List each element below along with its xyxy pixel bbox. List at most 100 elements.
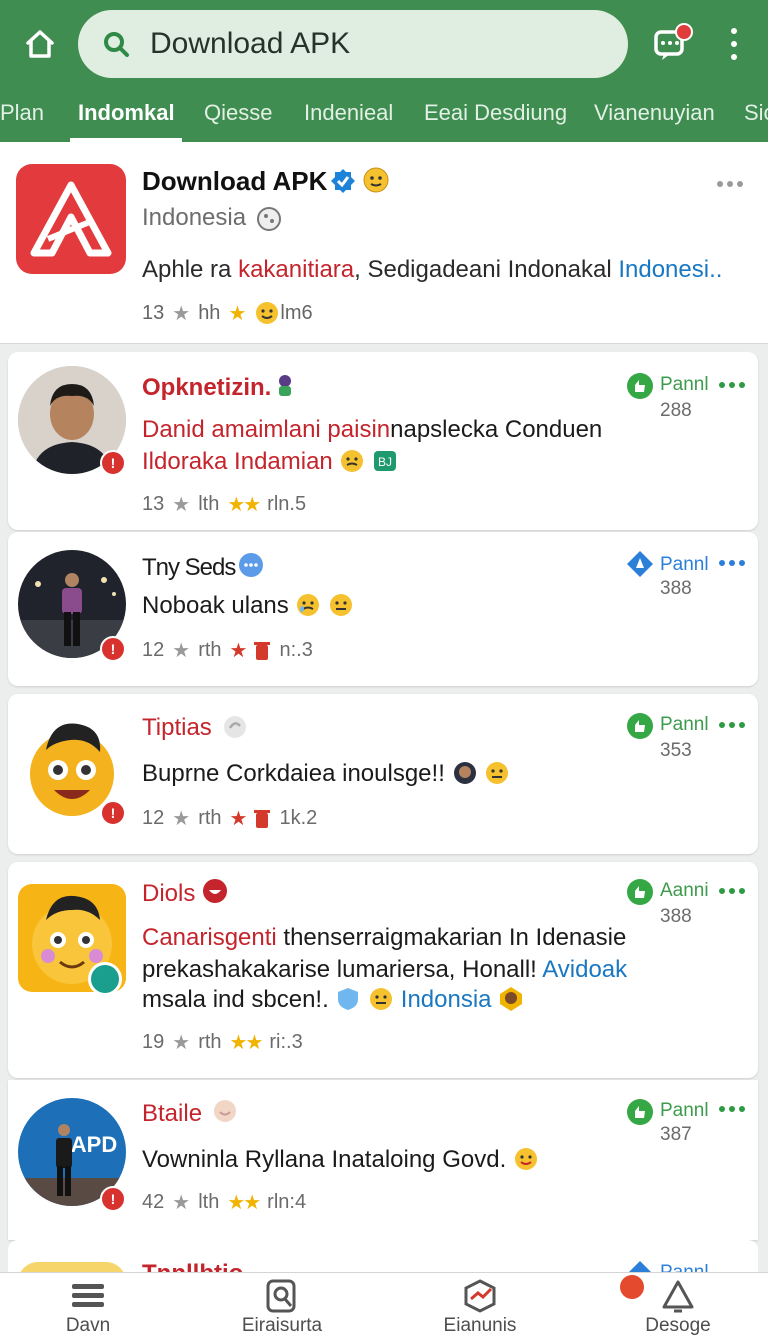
rating-stars: ★★ <box>227 1192 261 1214</box>
post-text: Vowninla Ryllana Inataloing Govd. <box>142 1146 539 1174</box>
post-author[interactable]: Tiptias <box>142 714 212 742</box>
home-button[interactable] <box>18 22 62 66</box>
post-card[interactable]: APD ! Btaile Vowninla Ryllana Inataloing… <box>8 1080 758 1240</box>
emoji-icon <box>341 450 364 472</box>
rating-stars: ★ <box>229 640 248 662</box>
reaction-icon <box>203 879 227 903</box>
post-author[interactable]: Btaile <box>142 1100 202 1128</box>
tab-vianenuyian[interactable]: Vianenuyian <box>594 100 715 126</box>
emoji-icon <box>297 594 320 616</box>
reaction-label[interactable]: Pannl <box>660 714 709 736</box>
nav-item-eianunis[interactable]: Eianunis <box>400 1279 560 1343</box>
shield-icon <box>338 988 359 1010</box>
post-card[interactable]: Diols Canarisgenti thenserraigmakarian I… <box>8 862 758 1078</box>
bell-icon <box>662 1280 694 1313</box>
post-meta: 19 ★ rth ★★ ri:.3 <box>142 1031 303 1054</box>
sticker-icon <box>279 375 291 396</box>
emoji-icon <box>363 167 389 193</box>
svg-text:APD: APD <box>71 1132 117 1157</box>
more-vertical-icon <box>731 28 737 34</box>
more-horizontal-icon[interactable] <box>718 1104 746 1114</box>
nav-item-davn[interactable]: Davn <box>8 1279 168 1343</box>
chat-bubble-icon <box>239 553 263 577</box>
rating-stars: ★ <box>228 302 247 325</box>
post-text: Buprne Corkdaiea inoulsge!! <box>142 760 510 788</box>
alert-badge-icon: ! <box>100 450 126 476</box>
post-author[interactable]: Opknetizin. <box>142 374 271 402</box>
loading-icon <box>224 716 246 738</box>
app-logo-icon <box>30 181 112 257</box>
svg-text:BJ: BJ <box>378 455 392 469</box>
post-text: Noboak ulans <box>142 592 354 620</box>
overflow-menu-button[interactable] <box>718 24 750 64</box>
emoji-icon <box>330 594 353 616</box>
search-bar[interactable]: Download APK <box>78 10 628 78</box>
person-emoji-icon <box>453 762 476 784</box>
more-horizontal-icon <box>717 181 743 187</box>
category-tabs: Plan Indomkal Qiesse Indenieal Eeai Desd… <box>0 88 768 142</box>
post-card[interactable]: ! Opknetizin. Danid amaimlani paisinnaps… <box>8 352 758 530</box>
post-meta: 12 ★ rth ★ 1k.2 <box>142 807 318 830</box>
reaction-label[interactable]: Pannl <box>660 1100 709 1122</box>
emoji-icon <box>514 1148 537 1170</box>
emoji-icon <box>214 1100 236 1122</box>
app-region: Indonesia <box>142 204 247 231</box>
post-text-line3: msala ind sbcen!. Indonsia <box>142 986 524 1014</box>
thumbs-up-icon <box>627 713 653 739</box>
more-horizontal-icon[interactable] <box>718 558 746 568</box>
tab-eeai-desdiung[interactable]: Eeai Desdiung <box>424 100 567 126</box>
tab-indenieal[interactable]: Indenieal <box>304 100 393 126</box>
post-text-line2: prekashakakarise lumariersa, Honall! Avi… <box>142 956 628 983</box>
reaction-label[interactable]: Aanni <box>660 880 709 902</box>
trash-icon <box>254 641 271 660</box>
emoji-icon <box>486 762 509 784</box>
person-emoji-icon <box>500 987 523 1011</box>
nav-label: Davn <box>65 1315 111 1336</box>
tab-indomkal[interactable]: Indomkal <box>78 100 175 126</box>
app-meta: 13 ★ hh ★ lm6 <box>142 301 313 325</box>
menu-icon <box>72 1284 104 1307</box>
post-author[interactable]: Tny Seds <box>142 554 236 582</box>
home-icon <box>26 30 54 58</box>
post-author[interactable]: Diols <box>142 880 195 908</box>
trash-icon <box>254 809 271 828</box>
post-meta: 12 ★ rth ★ n:.3 <box>142 639 313 662</box>
reaction-count: 353 <box>660 740 692 761</box>
app-more-button[interactable] <box>716 176 744 194</box>
chat-notification-icon <box>654 23 693 60</box>
reaction-label[interactable]: Pannl <box>660 554 709 576</box>
nav-item-eiraisurta[interactable]: Eiraisurta <box>202 1279 362 1343</box>
reaction-label[interactable]: Pannl <box>660 374 709 396</box>
app-summary-card[interactable]: Download APK Indonesia Aphle ra kakaniti… <box>0 142 768 344</box>
nav-label: Eiraisurta <box>241 1315 323 1336</box>
reaction-count: 387 <box>660 1124 692 1145</box>
nav-label: Eianunis <box>443 1315 517 1336</box>
reaction-count: 388 <box>660 906 692 927</box>
messages-button[interactable] <box>650 22 694 66</box>
tab-plan[interactable]: Plan <box>0 100 44 126</box>
more-horizontal-icon[interactable] <box>718 886 746 896</box>
thumbs-up-icon <box>627 373 653 399</box>
tab-qiesse[interactable]: Qiesse <box>204 100 272 126</box>
thumbs-up-icon <box>627 1099 653 1125</box>
alert-badge-icon: ! <box>100 800 126 826</box>
post-card[interactable]: ! Tiptias Buprne Corkdaiea inoulsge!! 12… <box>8 694 758 854</box>
post-text: Danid amaimlani paisinnapslecka Conduen <box>142 416 603 443</box>
reaction-count: 388 <box>660 578 692 599</box>
post-text: Canarisgenti thenserraigmakarian In Iden… <box>142 924 627 951</box>
top-app-bar: Download APK <box>0 0 768 88</box>
more-horizontal-icon[interactable] <box>718 380 746 390</box>
more-horizontal-icon[interactable] <box>718 720 746 730</box>
chart-box-icon <box>464 1279 496 1313</box>
tab-sic[interactable]: Sic <box>744 100 768 126</box>
emoji-icon <box>256 302 279 324</box>
nav-item-desoge[interactable]: Desoge <box>598 1279 758 1343</box>
reaction-count: 288 <box>660 400 692 421</box>
search-icon <box>100 28 132 60</box>
search-document-icon <box>266 1279 296 1313</box>
post-card[interactable]: ! Tny Seds Noboak ulans 12 ★ rth ★ n:.3 Pa… <box>8 532 758 686</box>
app-description: Aphle ra kakanitiara, Sedigadeani Indona… <box>142 256 723 283</box>
chat-badge-icon <box>88 962 122 996</box>
verified-badge-icon <box>331 169 355 193</box>
search-query: Download APK <box>150 27 351 60</box>
